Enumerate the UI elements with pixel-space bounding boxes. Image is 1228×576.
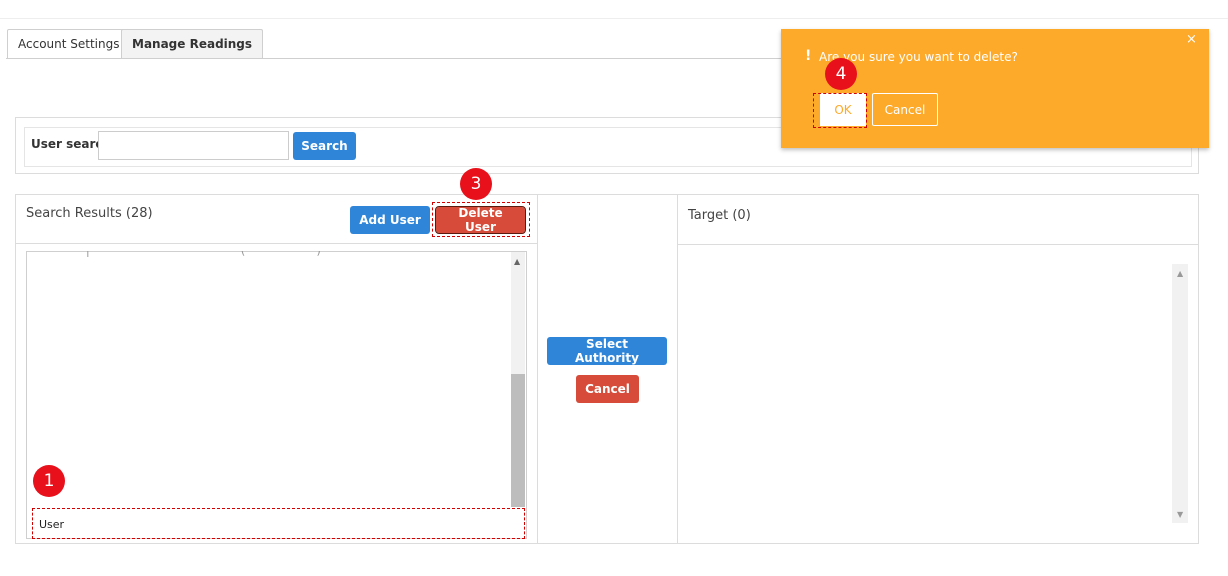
- target-title: Target (0): [688, 208, 751, 223]
- list-item-label: User: [39, 518, 65, 531]
- select-authority-button[interactable]: Select Authority: [547, 337, 667, 365]
- search-button[interactable]: Search: [293, 132, 356, 160]
- cancel-button[interactable]: Cancel: [576, 375, 639, 403]
- close-icon[interactable]: ×: [1186, 32, 1197, 47]
- alert-icon: !: [805, 48, 812, 64]
- target-panel: [677, 194, 1199, 544]
- tab-account-settings[interactable]: Account Settings: [7, 29, 131, 59]
- target-scroll-up-icon[interactable]: ▲: [1177, 270, 1183, 278]
- target-scroll-down-icon[interactable]: ▼: [1177, 511, 1183, 519]
- step-marker-1: 1: [33, 465, 65, 497]
- step-marker-3: 3: [460, 168, 492, 200]
- dialog-cancel-button[interactable]: Cancel: [872, 93, 938, 126]
- results-list[interactable]: [26, 251, 527, 539]
- top-divider: [0, 18, 1228, 19]
- ok-button-highlight: [813, 93, 867, 128]
- target-header-divider: [677, 244, 1199, 245]
- results-scrollbar-thumb[interactable]: [511, 374, 525, 507]
- list-item-user[interactable]: User: [32, 508, 525, 539]
- scroll-up-icon[interactable]: ▲: [514, 258, 520, 266]
- delete-user-highlight: [432, 202, 530, 237]
- middle-action-panel: [537, 194, 678, 544]
- search-input[interactable]: [98, 131, 289, 160]
- add-user-button[interactable]: Add User: [350, 206, 430, 234]
- step-marker-4: 4: [825, 58, 857, 90]
- tab-manage-readings[interactable]: Manage Readings: [121, 29, 264, 59]
- target-scrollbar[interactable]: [1172, 264, 1188, 523]
- search-results-title: Search Results (28): [26, 206, 153, 221]
- results-header-divider: [15, 243, 538, 244]
